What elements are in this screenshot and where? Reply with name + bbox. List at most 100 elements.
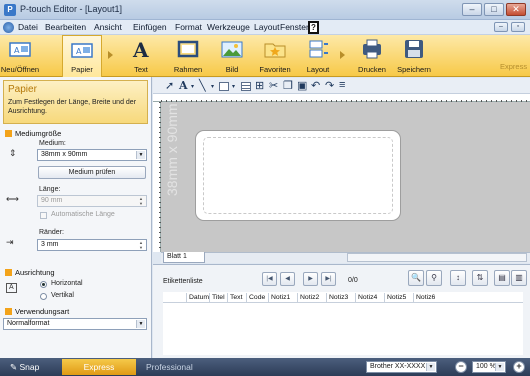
print-button[interactable]: Drucken: [352, 35, 392, 77]
list-view-icon[interactable]: ▤: [494, 270, 510, 286]
table-tool-icon[interactable]: [241, 82, 251, 91]
save-button[interactable]: Speichern: [392, 35, 436, 77]
chevron-down-icon[interactable]: ▾: [211, 83, 214, 90]
print-icon: [363, 39, 381, 59]
favorites-button[interactable]: Favoriten: [252, 35, 298, 77]
column-header[interactable]: Datum: [186, 293, 209, 303]
previous-record-button[interactable]: ◀: [280, 272, 295, 286]
layout-icon: [309, 40, 328, 58]
media-size-section: Mediumgröße: [15, 129, 62, 138]
maximize-button[interactable]: □: [484, 3, 504, 16]
horizontal-scrollbar[interactable]: [347, 253, 527, 262]
layout-button[interactable]: Layout: [300, 35, 336, 77]
svg-text:A: A: [76, 47, 82, 56]
text-button[interactable]: A Text: [122, 35, 160, 77]
zoom-out-button[interactable]: −: [455, 361, 467, 373]
rectangle-tool-icon[interactable]: [219, 82, 229, 91]
column-header[interactable]: Notiz2: [297, 293, 319, 303]
redo-icon[interactable]: ↷: [325, 79, 334, 92]
express-mode-tab[interactable]: Express: [62, 359, 136, 375]
column-header[interactable]: Titel: [209, 293, 225, 303]
text-icon: A: [132, 38, 149, 60]
usage-dropdown[interactable]: Normalformat ▼: [3, 318, 147, 330]
paper-icon: A: [71, 43, 93, 58]
grid-icon[interactable]: ⊞: [255, 79, 264, 92]
column-header[interactable]: Notiz3: [326, 293, 348, 303]
menu-datei[interactable]: Datei: [18, 22, 38, 32]
auto-length-checkbox[interactable]: [40, 212, 47, 219]
printer-dropdown[interactable]: Brother XX-XXXX ▼: [366, 361, 437, 373]
copy-icon[interactable]: ❐: [283, 79, 293, 92]
undo-icon[interactable]: ↶: [311, 79, 320, 92]
close-button[interactable]: ✕: [506, 3, 526, 16]
zoom-dropdown[interactable]: 100 % ▼: [472, 361, 506, 373]
app-menu-icon[interactable]: [3, 22, 14, 33]
column-header[interactable]: Code: [246, 293, 265, 303]
length-field[interactable]: 90 mm ▲ ▼: [37, 195, 147, 207]
line-tool-icon[interactable]: ╲: [199, 79, 206, 92]
chevron-down-icon: ▼: [136, 320, 145, 328]
text-tool-icon[interactable]: A: [179, 79, 188, 92]
filter-icon[interactable]: ⚲: [426, 270, 442, 286]
chevron-down-icon[interactable]: ▾: [232, 83, 235, 90]
margins-field[interactable]: 3 mm ▲ ▼: [37, 239, 147, 251]
menu-einfuegen[interactable]: Einfügen: [133, 22, 167, 32]
new-open-button[interactable]: A Neu/Öffnen: [0, 35, 40, 77]
column-header[interactable]: Notiz1: [268, 293, 290, 303]
chevron-down-icon[interactable]: ▾: [191, 83, 194, 90]
last-record-button[interactable]: ▶|: [321, 272, 336, 286]
length-icon: ⟷: [6, 194, 19, 204]
cut-icon[interactable]: ✂: [269, 79, 278, 92]
menu-help[interactable]: ?: [308, 21, 319, 34]
menu-werkzeuge[interactable]: Werkzeuge: [207, 22, 250, 32]
minimize-button[interactable]: –: [462, 3, 482, 16]
check-media-button[interactable]: Medium prüfen: [38, 166, 146, 179]
search-icon[interactable]: 🔍: [408, 270, 424, 286]
column-header[interactable]: Text: [227, 293, 242, 303]
align-icon[interactable]: ≡: [339, 79, 345, 91]
record-counter: 0/0: [348, 277, 358, 284]
form-view-icon[interactable]: ▥: [511, 270, 527, 286]
select-arrow-icon[interactable]: ➚: [165, 79, 174, 92]
chevron-down-icon: ▼: [136, 151, 145, 159]
paste-icon[interactable]: ▣: [297, 79, 307, 92]
section-marker-icon: [5, 308, 12, 315]
menu-ansicht[interactable]: Ansicht: [94, 22, 122, 32]
media-width-icon: ⇕: [9, 148, 17, 158]
ribbon-arrow-icon: [340, 51, 345, 59]
doc-restore-button[interactable]: ▫: [511, 22, 525, 32]
menu-layout[interactable]: Layout: [254, 22, 280, 32]
frame-button[interactable]: Rahmen: [166, 35, 210, 77]
sheet-tab[interactable]: Blatt 1: [163, 252, 205, 263]
new-open-icon: A: [9, 42, 31, 57]
professional-mode-tab[interactable]: Professional: [146, 362, 193, 372]
menu-format[interactable]: Format: [175, 22, 202, 32]
orientation-icon: A: [6, 283, 17, 293]
label-list-title: Etikettenliste: [163, 278, 203, 285]
auto-length-label: Automatische Länge: [51, 211, 115, 218]
doc-minimize-button[interactable]: –: [494, 22, 508, 32]
next-record-button[interactable]: ▶: [303, 272, 318, 286]
column-header[interactable]: Notiz6: [413, 293, 435, 303]
first-record-button[interactable]: |◀: [262, 272, 277, 286]
zoom-in-button[interactable]: +: [513, 361, 525, 373]
menu-fenster[interactable]: Fenster: [280, 22, 309, 32]
image-button[interactable]: Bild: [214, 35, 250, 77]
column-header[interactable]: Notiz5: [384, 293, 406, 303]
snap-button[interactable]: ✎ Snap: [10, 362, 39, 373]
length-spinner-icon: ▲ ▼: [139, 196, 143, 206]
menu-bearbeiten[interactable]: Bearbeiten: [45, 22, 86, 32]
save-icon: [405, 40, 423, 58]
paper-button[interactable]: A Papier: [62, 35, 102, 77]
svg-text:A: A: [132, 38, 149, 60]
orientation-vertical-radio[interactable]: [40, 293, 47, 300]
orientation-horizontal-label: Horizontal: [51, 280, 83, 287]
column-header[interactable]: Notiz4: [355, 293, 377, 303]
label-list-grid[interactable]: [163, 303, 523, 355]
express-tab-label: Express: [500, 62, 528, 71]
sort-icon[interactable]: ↕: [450, 270, 466, 286]
media-dropdown[interactable]: 38mm x 90mm ▼: [37, 149, 147, 161]
sort-descending-icon[interactable]: ⇅: [472, 270, 488, 286]
drawing-toolbar: ➚ A ▾ ╲ ▾ ▾ ⊞ ✂ ❐ ▣ ↶ ↷ ≡: [153, 78, 530, 94]
orientation-horizontal-radio[interactable]: [40, 281, 47, 288]
